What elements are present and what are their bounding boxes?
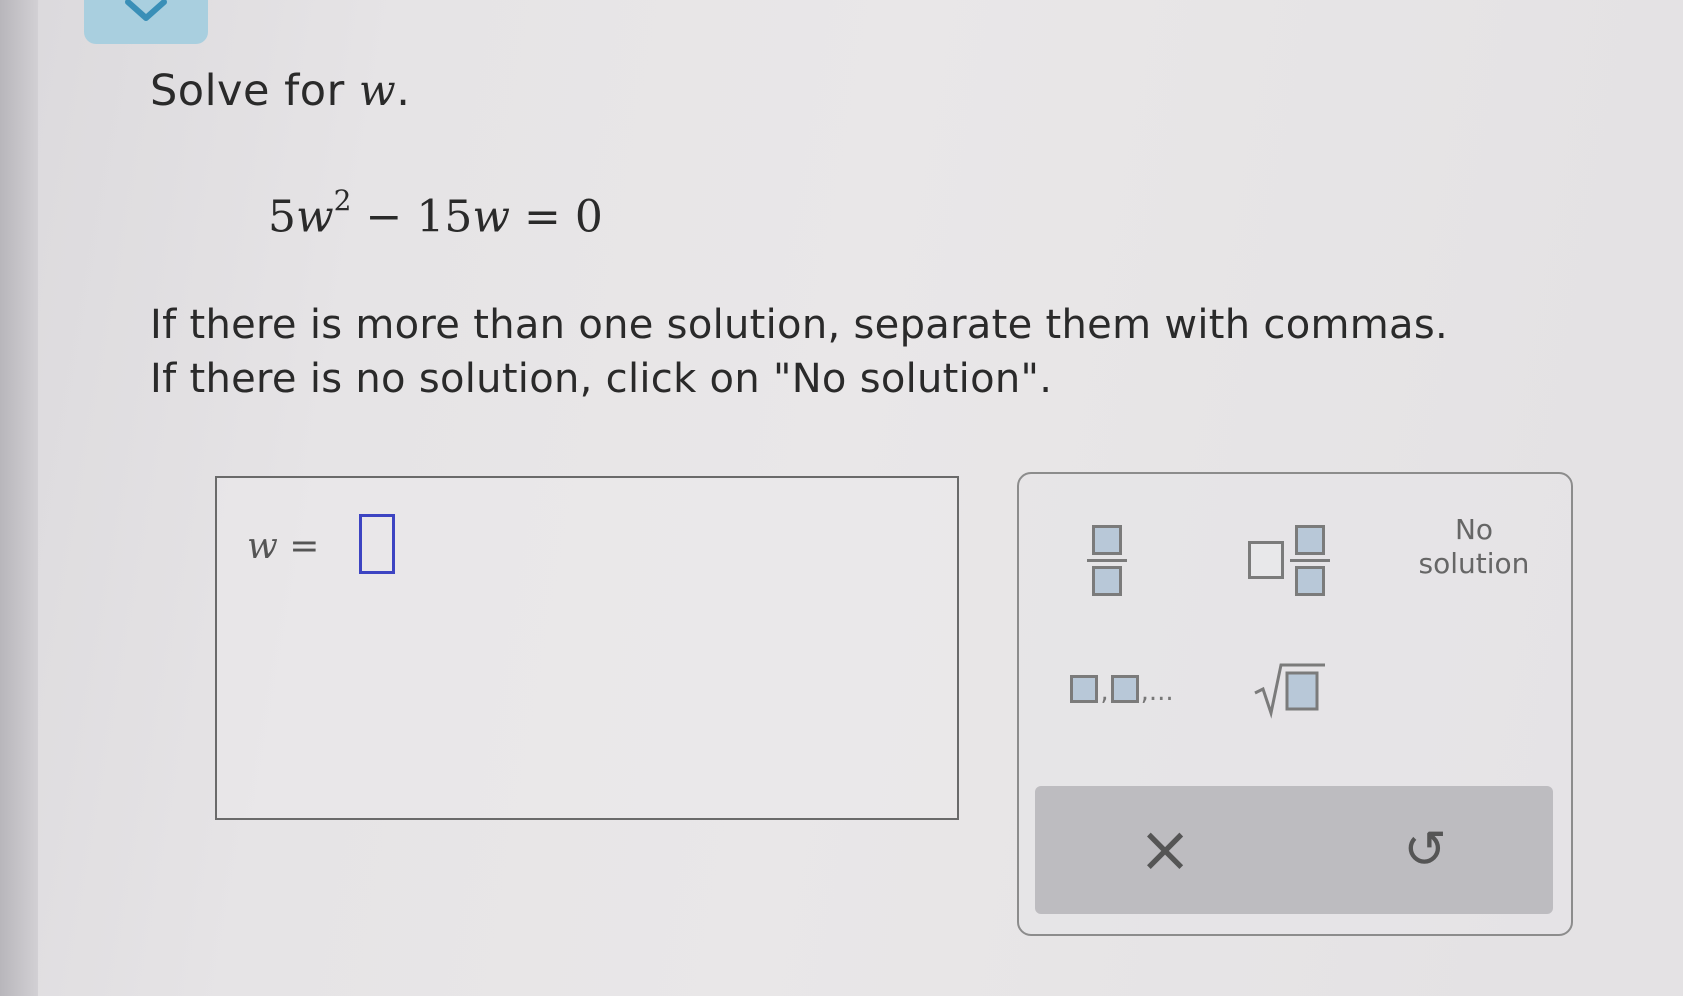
undo-icon: ↺: [1403, 820, 1447, 880]
action-bar: × ↺: [1035, 786, 1553, 914]
equation: 5w2 − 15w = 0: [268, 184, 603, 243]
undo-button[interactable]: ↺: [1335, 786, 1515, 914]
clear-icon: ×: [1138, 813, 1192, 887]
answer-equals: =: [277, 526, 320, 567]
sqrt-button[interactable]: [1239, 644, 1339, 734]
answer-input[interactable]: [359, 514, 395, 574]
list-button[interactable]: , ,...: [1057, 654, 1187, 724]
prompt-period: .: [396, 66, 411, 116]
no-solution-label: No solution: [1419, 513, 1530, 581]
equation-exponent: 2: [333, 184, 352, 217]
answer-label: w =: [247, 526, 319, 567]
instructions: If there is more than one solution, sepa…: [150, 298, 1448, 406]
chevron-down-icon: [125, 0, 167, 21]
equation-minus-term: − 15: [351, 191, 473, 243]
prompt-text: Solve for: [150, 66, 359, 116]
no-solution-line-1: No: [1454, 513, 1494, 546]
sqrt-icon: [1254, 663, 1325, 719]
clear-button[interactable]: ×: [1075, 786, 1255, 914]
left-edge: [0, 0, 38, 996]
answer-variable: w: [247, 526, 278, 567]
problem-prompt: Solve for w.: [150, 66, 410, 116]
fraction-button[interactable]: [1067, 512, 1147, 608]
mixed-number-button[interactable]: [1229, 512, 1349, 608]
answer-area[interactable]: w =: [215, 476, 959, 820]
equation-rhs: = 0: [510, 191, 603, 243]
fraction-icon: [1087, 524, 1127, 596]
collapse-tab[interactable]: [84, 0, 208, 44]
instruction-line-2: If there is no solution, click on "No so…: [150, 356, 1053, 402]
list-ellipsis: ,...: [1140, 677, 1174, 707]
equation-coef: 5: [268, 191, 296, 243]
math-keypad: No solution , ,... × ↺: [1017, 472, 1573, 936]
equation-var: w: [296, 191, 334, 243]
mixed-number-icon: [1248, 524, 1330, 596]
no-solution-line-2: solution: [1418, 547, 1530, 580]
equation-var-2: w: [472, 191, 510, 243]
list-icon: , ,...: [1070, 675, 1174, 707]
prompt-variable: w: [358, 66, 397, 116]
instruction-line-1: If there is more than one solution, sepa…: [150, 302, 1448, 348]
no-solution-button[interactable]: No solution: [1399, 502, 1549, 592]
